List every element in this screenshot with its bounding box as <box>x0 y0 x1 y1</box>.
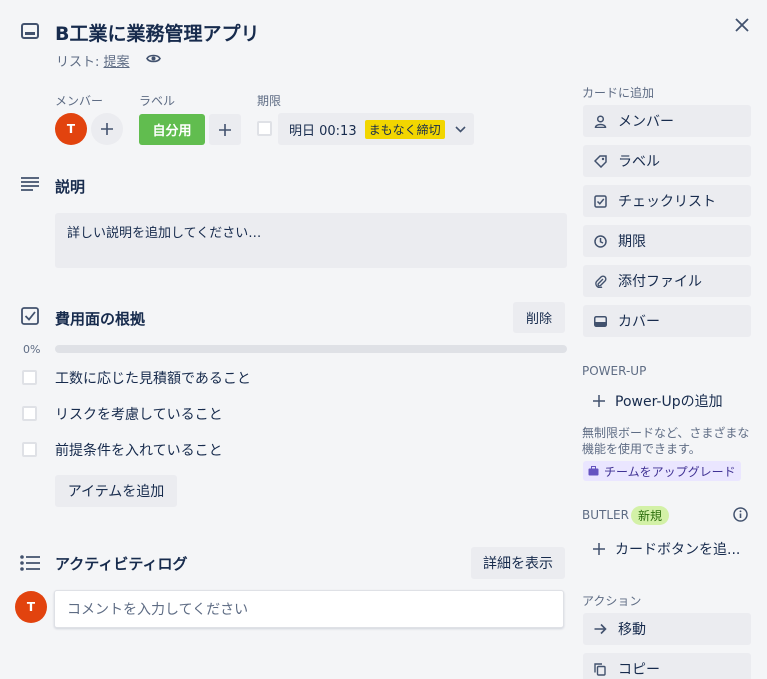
sidebar-cover-button[interactable]: カバー <box>583 305 751 337</box>
new-badge: 新規 <box>631 506 670 525</box>
description-title: 説明 <box>55 178 86 196</box>
list-prefix: リスト: <box>56 55 104 70</box>
checklist-item[interactable]: リスクを考慮していること <box>55 404 223 424</box>
powerup-header: POWER-UP <box>582 364 647 378</box>
due-label: 期限 <box>257 94 282 108</box>
upgrade-label: チームをアップグレード <box>604 464 736 479</box>
sidebar-button-label: ラベル <box>618 154 660 170</box>
info-button[interactable] <box>729 503 751 525</box>
card-icon <box>21 23 39 39</box>
copy-button[interactable]: コピー <box>583 653 751 679</box>
sidebar-button-label: カバー <box>618 314 660 330</box>
sidebar-labels-button[interactable]: ラベル <box>583 145 751 177</box>
tag-icon <box>593 154 607 168</box>
sidebar-button-label: コピー <box>618 662 660 678</box>
add-powerup-label: Power-Upの追加 <box>615 394 723 410</box>
list-info: リスト: 提案 <box>56 51 130 70</box>
due-date-button[interactable]: 明日 00:13 まもなく締切 <box>278 113 474 145</box>
add-card-button-label: カードボタンを追... <box>615 542 741 558</box>
checklist-icon <box>21 307 39 325</box>
add-to-card-header: カードに追加 <box>582 86 655 100</box>
list-link[interactable]: 提案 <box>104 55 130 70</box>
plus-icon <box>593 395 605 407</box>
activity-title: アクティビティログ <box>55 555 188 573</box>
add-card-button-button[interactable]: カードボタンを追... <box>583 534 751 564</box>
add-item-button[interactable]: アイテムを追加 <box>55 475 177 507</box>
member-avatar[interactable]: T <box>55 113 87 145</box>
due-date-text: 明日 00:13 <box>289 123 357 139</box>
due-soon-badge: まもなく締切 <box>364 119 445 139</box>
cover-icon <box>593 314 607 328</box>
sidebar-button-label: メンバー <box>618 114 674 130</box>
members-label: メンバー <box>55 94 104 108</box>
label-chip[interactable]: 自分用 <box>139 114 205 145</box>
sidebar-checklist-button[interactable]: チェックリスト <box>583 185 751 217</box>
card-title[interactable]: B工業に業務管理アプリ <box>55 19 259 46</box>
paperclip-icon <box>593 274 607 288</box>
due-complete-checkbox[interactable] <box>257 121 272 136</box>
progress-bar <box>55 345 567 353</box>
sidebar-button-label: 移動 <box>618 622 646 638</box>
comment-avatar: T <box>15 591 47 623</box>
copy-icon <box>593 662 607 676</box>
checklist-item-checkbox[interactable] <box>22 442 37 457</box>
upgrade-team-button[interactable]: チームをアップグレード <box>583 461 741 481</box>
upsell-text: 無制限ボードなど、さまざまな機能を使用できます。 <box>582 426 750 456</box>
butler-header: BUTLER <box>582 508 629 522</box>
person-icon <box>593 114 607 128</box>
move-button[interactable]: 移動 <box>583 613 751 645</box>
add-member-button[interactable] <box>91 113 123 145</box>
checklist-title[interactable]: 費用面の根拠 <box>55 308 145 329</box>
actions-header: アクション <box>582 594 642 608</box>
close-icon <box>735 18 749 32</box>
delete-checklist-button[interactable]: 削除 <box>513 302 565 333</box>
description-icon <box>21 177 39 191</box>
sidebar-button-label: チェックリスト <box>618 194 716 210</box>
sidebar-button-label: 期限 <box>618 234 646 250</box>
add-powerup-button[interactable]: Power-Upの追加 <box>583 386 751 416</box>
sidebar-attachment-button[interactable]: 添付ファイル <box>583 265 751 297</box>
watch-eye-icon[interactable] <box>146 52 161 65</box>
comment-input[interactable]: コメントを入力してください <box>54 590 564 628</box>
checklist-item[interactable]: 前提条件を入れていること <box>55 440 223 460</box>
add-label-button[interactable] <box>209 114 241 145</box>
close-button[interactable] <box>731 14 753 36</box>
checklist-item-checkbox[interactable] <box>22 370 37 385</box>
progress-percent: 0% <box>23 343 41 356</box>
show-details-button[interactable]: 詳細を表示 <box>471 547 565 579</box>
plus-icon <box>593 543 605 555</box>
plus-icon <box>219 123 231 136</box>
checklist-item-checkbox[interactable] <box>22 406 37 421</box>
chevron-down-icon <box>455 125 466 133</box>
checklist-item[interactable]: 工数に応じた見積額であること <box>55 368 251 388</box>
info-icon <box>732 506 748 522</box>
checklist-icon <box>593 194 607 208</box>
sidebar-members-button[interactable]: メンバー <box>583 105 751 137</box>
activity-icon <box>20 555 40 571</box>
sidebar-due-button[interactable]: 期限 <box>583 225 751 257</box>
plus-icon <box>101 123 113 135</box>
briefcase-icon <box>588 466 599 476</box>
description-editor[interactable]: 詳しい説明を追加してください… <box>55 213 567 268</box>
labels-label: ラベル <box>139 94 176 108</box>
clock-icon <box>593 234 607 248</box>
arrow-right-icon <box>593 622 607 636</box>
sidebar-button-label: 添付ファイル <box>618 274 702 290</box>
